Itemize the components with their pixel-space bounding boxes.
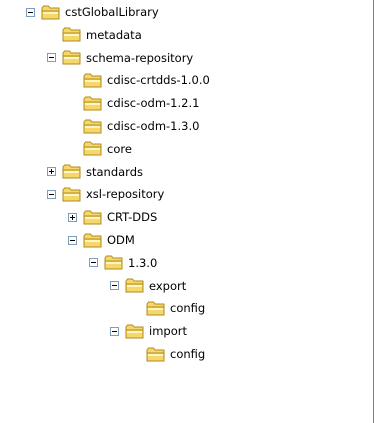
folder-icon	[146, 347, 165, 361]
tree-node-label[interactable]: cdisc-crtdds-1.0.0	[107, 70, 210, 90]
folder-icon	[125, 278, 144, 293]
collapse-minus-icon[interactable]	[89, 258, 98, 268]
tree-node[interactable]: config	[131, 298, 205, 318]
tree-node-label[interactable]: schema-repository	[86, 48, 193, 68]
tree-node-label[interactable]: import	[149, 321, 187, 341]
tree-node[interactable]: config	[131, 344, 205, 364]
tree-node-label[interactable]: metadata	[86, 25, 142, 45]
folder-icon	[62, 27, 81, 42]
folder-icon	[41, 5, 60, 19]
collapse-minus-icon[interactable]	[110, 281, 119, 291]
folder-icon	[62, 187, 81, 202]
tree-node[interactable]: cstGlobalLibrary	[26, 2, 159, 22]
tree-node[interactable]: CRT-DDS	[68, 207, 157, 227]
folder-icon	[83, 233, 102, 247]
tree-node[interactable]: ODM	[68, 230, 135, 250]
tree-node[interactable]: cdisc-odm-1.2.1	[68, 93, 199, 113]
folder-icon	[83, 119, 102, 133]
tree-node[interactable]: import	[110, 321, 187, 341]
tree-node[interactable]: cdisc-crtdds-1.0.0	[68, 70, 210, 90]
expand-plus-icon[interactable]	[68, 212, 77, 222]
tree-node[interactable]: metadata	[47, 25, 142, 45]
folder-icon	[146, 301, 165, 316]
tree-node[interactable]: core	[68, 139, 132, 159]
collapse-minus-icon[interactable]	[68, 235, 77, 245]
collapse-minus-icon[interactable]	[47, 189, 56, 199]
folder-icon	[83, 141, 102, 156]
tree-node-label[interactable]: cdisc-odm-1.2.1	[107, 93, 199, 113]
tree-node-label[interactable]: 1.3.0	[128, 253, 157, 273]
folder-icon	[83, 73, 102, 88]
tree-node[interactable]: xsl-repository	[47, 184, 164, 204]
tree-node[interactable]: export	[110, 276, 186, 296]
folder-icon	[125, 324, 144, 339]
tree-node-label[interactable]: cstGlobalLibrary	[65, 2, 159, 22]
folder-icon	[83, 96, 102, 111]
panel-right-edge	[373, 0, 374, 423]
folder-icon	[62, 164, 81, 179]
tree-node-label[interactable]: ODM	[107, 230, 135, 250]
tree-node[interactable]: standards	[47, 162, 143, 182]
tree-node-label[interactable]: config	[170, 298, 205, 318]
tree-node[interactable]: cdisc-odm-1.3.0	[68, 116, 199, 136]
tree-node-label[interactable]: standards	[86, 162, 143, 182]
collapse-minus-icon[interactable]	[110, 326, 119, 336]
folder-icon	[62, 50, 81, 65]
tree-node[interactable]: schema-repository	[47, 48, 193, 68]
tree-node-label[interactable]: config	[170, 344, 205, 364]
tree-node-label[interactable]: cdisc-odm-1.3.0	[107, 116, 199, 136]
tree-node-label[interactable]: CRT-DDS	[107, 207, 157, 227]
tree-node-label[interactable]: xsl-repository	[86, 184, 164, 204]
collapse-minus-icon[interactable]	[26, 7, 35, 17]
expand-plus-icon[interactable]	[47, 167, 56, 177]
folder-icon	[104, 255, 123, 270]
tree-node-label[interactable]: core	[107, 139, 132, 159]
tree-node[interactable]: 1.3.0	[89, 253, 157, 273]
folder-icon	[83, 210, 102, 225]
folder-tree: cstGlobalLibrary metadata schema-repositor…	[0, 0, 373, 423]
tree-node-label[interactable]: export	[149, 276, 186, 296]
collapse-minus-icon[interactable]	[47, 53, 56, 63]
